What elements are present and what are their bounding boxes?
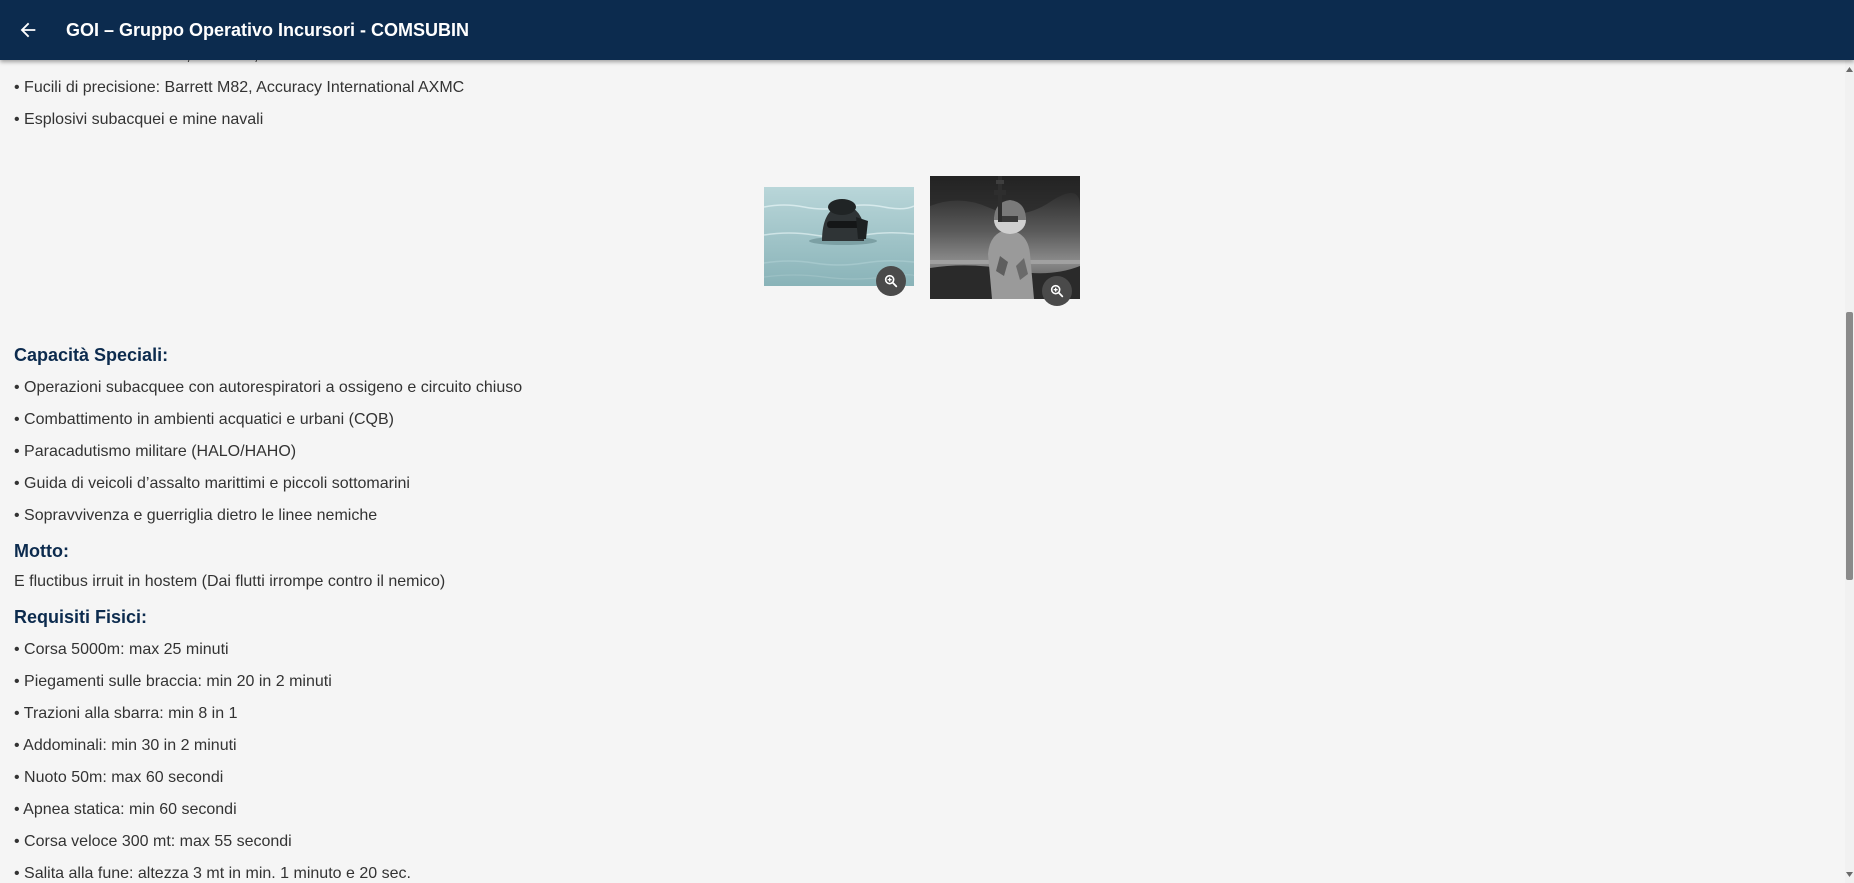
list-item: • Salita alla fune: altezza 3 mt in min.… (14, 865, 411, 882)
vertical-scrollbar[interactable] (1845, 60, 1854, 883)
list-item: • Apnea statica: min 60 secondi (14, 801, 237, 818)
image-gallery (14, 136, 1814, 336)
app-bar: GOI – Gruppo Operativo Incursori - COMSU… (0, 0, 1854, 60)
arrow-left-icon (20, 22, 36, 38)
scrollbar-thumb[interactable] (1846, 312, 1853, 580)
page-title: GOI – Gruppo Operativo Incursori - COMSU… (66, 19, 470, 40)
list-item: • Guida di veicoli d’assalto marittimi e… (14, 475, 410, 492)
weapons-list: • Fucili d'assalto: HK416, SCAR-L, ARX16… (14, 60, 1814, 136)
back-button[interactable] (0, 2, 56, 58)
list-item: • Addominali: min 30 in 2 minuti (14, 737, 237, 754)
zoom-button[interactable] (876, 266, 906, 296)
physical-requirements-list: • Corsa 5000m: max 25 minuti • Piegament… (14, 634, 1814, 883)
list-item: • Paracadutismo militare (HALO/HAHO) (14, 443, 297, 460)
list-item: • Sopravvivenza e guerriglia dietro le l… (14, 507, 378, 524)
list-item: • Combattimento in ambienti acquatici e … (14, 411, 394, 428)
list-item: • Fucili di precisione: Barrett M82, Acc… (14, 79, 465, 96)
list-item: • Piegamenti sulle braccia: min 20 in 2 … (14, 673, 332, 690)
scroll-up-arrow[interactable] (1845, 64, 1854, 74)
zoom-in-icon (1050, 284, 1064, 298)
page-content[interactable]: • Fucili d'assalto: HK416, SCAR-L, ARX16… (0, 60, 1845, 883)
capabilities-heading: Capacità Speciali: (14, 345, 169, 365)
list-item: • Fucili d'assalto: HK416, SCAR-L, ARX16… (14, 60, 1814, 72)
motto-heading: Motto: (14, 541, 69, 561)
caret-down-icon (1846, 871, 1853, 877)
list-item: • Esplosivi subacquei e mine navali (14, 111, 264, 128)
capabilities-list: • Operazioni subacquee con autorespirato… (14, 372, 1814, 532)
list-item: • Operazioni subacquee con autorespirato… (14, 379, 523, 396)
caret-up-icon (1846, 66, 1853, 72)
zoom-button[interactable] (1042, 276, 1072, 306)
scroll-down-arrow[interactable] (1845, 869, 1854, 879)
motto-text: E fluctibus irruit in hostem (Dai flutti… (14, 573, 446, 590)
physical-requirements-heading: Requisiti Fisici: (14, 607, 148, 627)
list-item: • Corsa veloce 300 mt: max 55 secondi (14, 833, 292, 850)
zoom-in-icon (884, 274, 898, 288)
list-item: • Nuoto 50m: max 60 secondi (14, 769, 224, 786)
list-item: • Trazioni alla sbarra: min 8 in 1 (14, 705, 238, 722)
list-item: • Corsa 5000m: max 25 minuti (14, 641, 229, 658)
